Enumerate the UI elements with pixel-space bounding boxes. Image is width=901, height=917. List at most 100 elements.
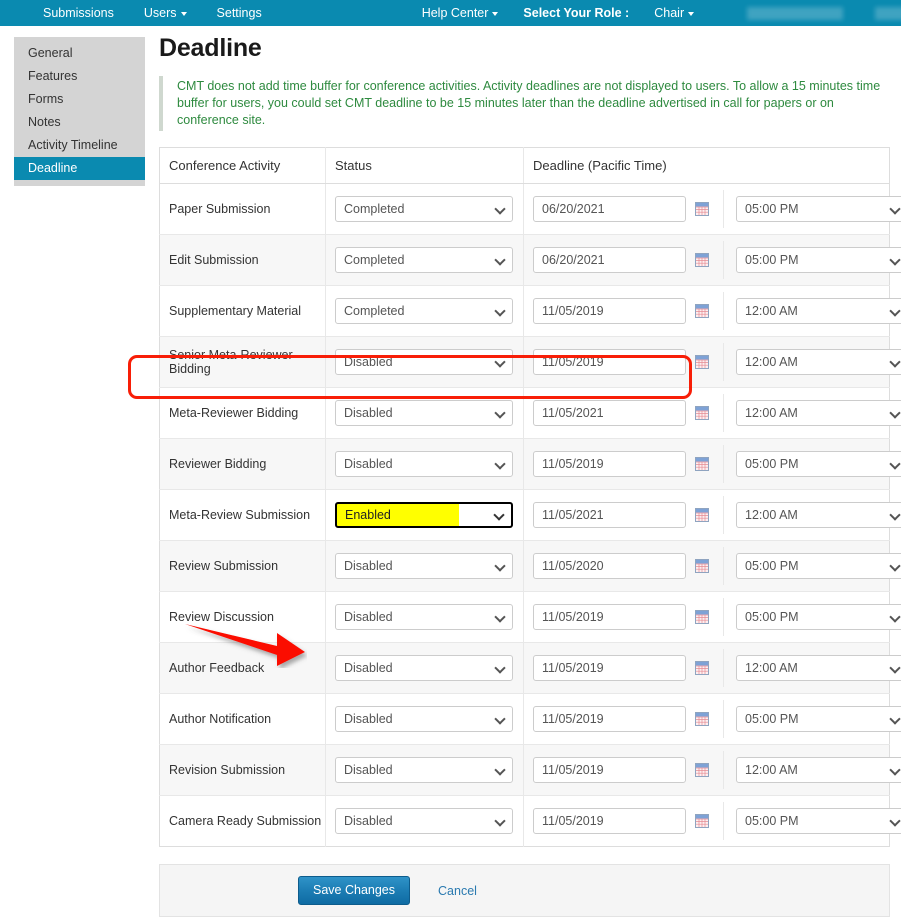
sidebar-item-forms[interactable]: Forms bbox=[14, 88, 145, 111]
deadline-date-input[interactable] bbox=[533, 400, 686, 426]
deadline-controls: 12:00 AM05:00 PM bbox=[533, 802, 901, 840]
sidebar-item-deadline[interactable]: Deadline bbox=[14, 157, 145, 180]
deadline-date-input[interactable] bbox=[533, 196, 686, 222]
deadline-time-select[interactable]: 12:00 AM05:00 PM bbox=[736, 451, 901, 477]
status-select[interactable]: CompletedEnabledDisabled bbox=[335, 451, 513, 477]
calendar-icon[interactable] bbox=[695, 304, 709, 318]
deadline-date-input[interactable] bbox=[533, 502, 686, 528]
sidebar-item-notes[interactable]: Notes bbox=[14, 111, 145, 134]
deadline-date-input[interactable] bbox=[533, 757, 686, 783]
status-select[interactable]: CompletedEnabledDisabled bbox=[335, 706, 513, 732]
activity-label: Meta-Reviewer Bidding bbox=[169, 406, 299, 420]
deadline-time-select[interactable]: 12:00 AM05:00 PM bbox=[736, 808, 901, 834]
save-changes-button[interactable]: Save Changes bbox=[298, 876, 411, 905]
chevron-down-icon bbox=[180, 11, 187, 16]
calendar-icon[interactable] bbox=[695, 763, 709, 777]
time-cell: 12:00 AM05:00 PM bbox=[723, 751, 901, 789]
status-select[interactable]: CompletedEnabledDisabled bbox=[335, 298, 513, 324]
deadline-date-input[interactable] bbox=[533, 247, 686, 273]
deadline-date-input[interactable] bbox=[533, 553, 686, 579]
deadline-date-input[interactable] bbox=[533, 349, 686, 375]
column-header-deadline: Deadline (Pacific Time) bbox=[523, 147, 890, 184]
status-select[interactable]: CompletedEnabledDisabled bbox=[335, 604, 513, 630]
status-select[interactable]: CompletedEnabledDisabled bbox=[335, 349, 513, 375]
calendar-icon[interactable] bbox=[695, 814, 709, 828]
cell-status: CompletedEnabledDisabled bbox=[325, 285, 524, 337]
nav-left-group: Submissions Users Settings bbox=[28, 0, 277, 26]
cell-activity-name: Review Discussion bbox=[159, 591, 326, 643]
time-select-wrapper: 12:00 AM05:00 PM bbox=[736, 553, 901, 579]
deadline-time-select[interactable]: 12:00 AM05:00 PM bbox=[736, 553, 901, 579]
deadline-date-input[interactable] bbox=[533, 706, 686, 732]
deadline-controls: 12:00 AM05:00 PM bbox=[533, 751, 901, 789]
sidebar-item-forms-label: Forms bbox=[28, 92, 64, 106]
redacted-username[interactable] bbox=[747, 6, 844, 20]
status-select[interactable]: CompletedEnabledDisabled bbox=[335, 757, 513, 783]
sidebar-item-activity-timeline[interactable]: Activity Timeline bbox=[14, 134, 145, 157]
cell-activity-name: Review Submission bbox=[159, 540, 326, 592]
cell-status: CompletedEnabledDisabled bbox=[325, 489, 524, 541]
deadline-time-select[interactable]: 12:00 AM05:00 PM bbox=[736, 247, 901, 273]
calendar-icon[interactable] bbox=[695, 661, 709, 675]
sidebar-item-features[interactable]: Features bbox=[14, 65, 145, 88]
activity-label: Meta-Review Submission bbox=[169, 508, 311, 522]
calendar-icon[interactable] bbox=[695, 610, 709, 624]
deadline-time-select[interactable]: 12:00 AM05:00 PM bbox=[736, 400, 901, 426]
deadline-controls: 12:00 AM05:00 PM bbox=[533, 394, 901, 432]
status-select[interactable]: CompletedEnabledDisabled bbox=[335, 196, 513, 222]
deadline-date-input[interactable] bbox=[533, 655, 686, 681]
status-select-wrapper: CompletedEnabledDisabled bbox=[335, 757, 513, 783]
deadline-time-select[interactable]: 12:00 AM05:00 PM bbox=[736, 604, 901, 630]
deadline-time-select[interactable]: 12:00 AM05:00 PM bbox=[736, 349, 901, 375]
deadline-date-input[interactable] bbox=[533, 298, 686, 324]
deadline-time-select[interactable]: 12:00 AM05:00 PM bbox=[736, 655, 901, 681]
calendar-icon[interactable] bbox=[695, 355, 709, 369]
deadline-time-select[interactable]: 12:00 AM05:00 PM bbox=[736, 706, 901, 732]
status-select-wrapper: CompletedEnabledDisabled bbox=[335, 553, 513, 579]
status-select[interactable]: CompletedEnabledDisabled bbox=[335, 502, 513, 528]
status-select[interactable]: CompletedEnabledDisabled bbox=[335, 247, 513, 273]
cell-deadline: 12:00 AM05:00 PM bbox=[523, 387, 901, 439]
calendar-icon[interactable] bbox=[695, 508, 709, 522]
cell-deadline: 12:00 AM05:00 PM bbox=[523, 183, 901, 235]
table-row: Author Feedback CompletedEnabledDisabled 1… bbox=[159, 642, 901, 694]
status-select[interactable]: CompletedEnabledDisabled bbox=[335, 655, 513, 681]
calendar-icon[interactable] bbox=[695, 559, 709, 573]
nav-item-submissions[interactable]: Submissions bbox=[28, 0, 129, 26]
deadline-controls: 12:00 AM05:00 PM bbox=[533, 190, 901, 228]
nav-item-settings[interactable]: Settings bbox=[202, 0, 277, 26]
nav-item-users[interactable]: Users bbox=[129, 0, 202, 26]
table-row: Edit Submission CompletedEnabledDisabled 1… bbox=[159, 234, 901, 286]
status-select-wrapper: CompletedEnabledDisabled bbox=[335, 808, 513, 834]
cell-deadline: 12:00 AM05:00 PM bbox=[523, 234, 901, 286]
status-select[interactable]: CompletedEnabledDisabled bbox=[335, 553, 513, 579]
calendar-icon[interactable] bbox=[695, 202, 709, 216]
calendar-icon[interactable] bbox=[695, 406, 709, 420]
sidebar-item-general[interactable]: General bbox=[14, 42, 145, 65]
table-row: Camera Ready Submission CompletedEnabledD… bbox=[159, 795, 901, 847]
cell-deadline: 12:00 AM05:00 PM bbox=[523, 693, 901, 745]
deadline-time-select[interactable]: 12:00 AM05:00 PM bbox=[736, 298, 901, 324]
cell-status: CompletedEnabledDisabled bbox=[325, 336, 524, 388]
deadline-date-input[interactable] bbox=[533, 808, 686, 834]
status-select[interactable]: CompletedEnabledDisabled bbox=[335, 400, 513, 426]
time-select-wrapper: 12:00 AM05:00 PM bbox=[736, 349, 901, 375]
time-cell: 12:00 AM05:00 PM bbox=[723, 496, 901, 534]
deadline-time-select[interactable]: 12:00 AM05:00 PM bbox=[736, 196, 901, 222]
calendar-icon[interactable] bbox=[695, 457, 709, 471]
cell-activity-name: Meta-Review Submission bbox=[159, 489, 326, 541]
nav-item-role-chair[interactable]: Chair bbox=[639, 0, 709, 26]
time-cell: 12:00 AM05:00 PM bbox=[723, 445, 901, 483]
calendar-icon[interactable] bbox=[695, 253, 709, 267]
cancel-link[interactable]: Cancel bbox=[438, 884, 477, 898]
nav-item-help-center[interactable]: Help Center bbox=[407, 0, 514, 26]
calendar-icon[interactable] bbox=[695, 712, 709, 726]
sidebar-item-features-label: Features bbox=[28, 69, 78, 83]
redacted-logout-link[interactable] bbox=[875, 6, 901, 20]
deadline-time-select[interactable]: 12:00 AM05:00 PM bbox=[736, 502, 901, 528]
deadline-date-input[interactable] bbox=[533, 451, 686, 477]
deadline-date-input[interactable] bbox=[533, 604, 686, 630]
status-select[interactable]: CompletedEnabledDisabled bbox=[335, 808, 513, 834]
deadline-time-select[interactable]: 12:00 AM05:00 PM bbox=[736, 757, 901, 783]
cell-activity-name: Meta-Reviewer Bidding bbox=[159, 387, 326, 439]
